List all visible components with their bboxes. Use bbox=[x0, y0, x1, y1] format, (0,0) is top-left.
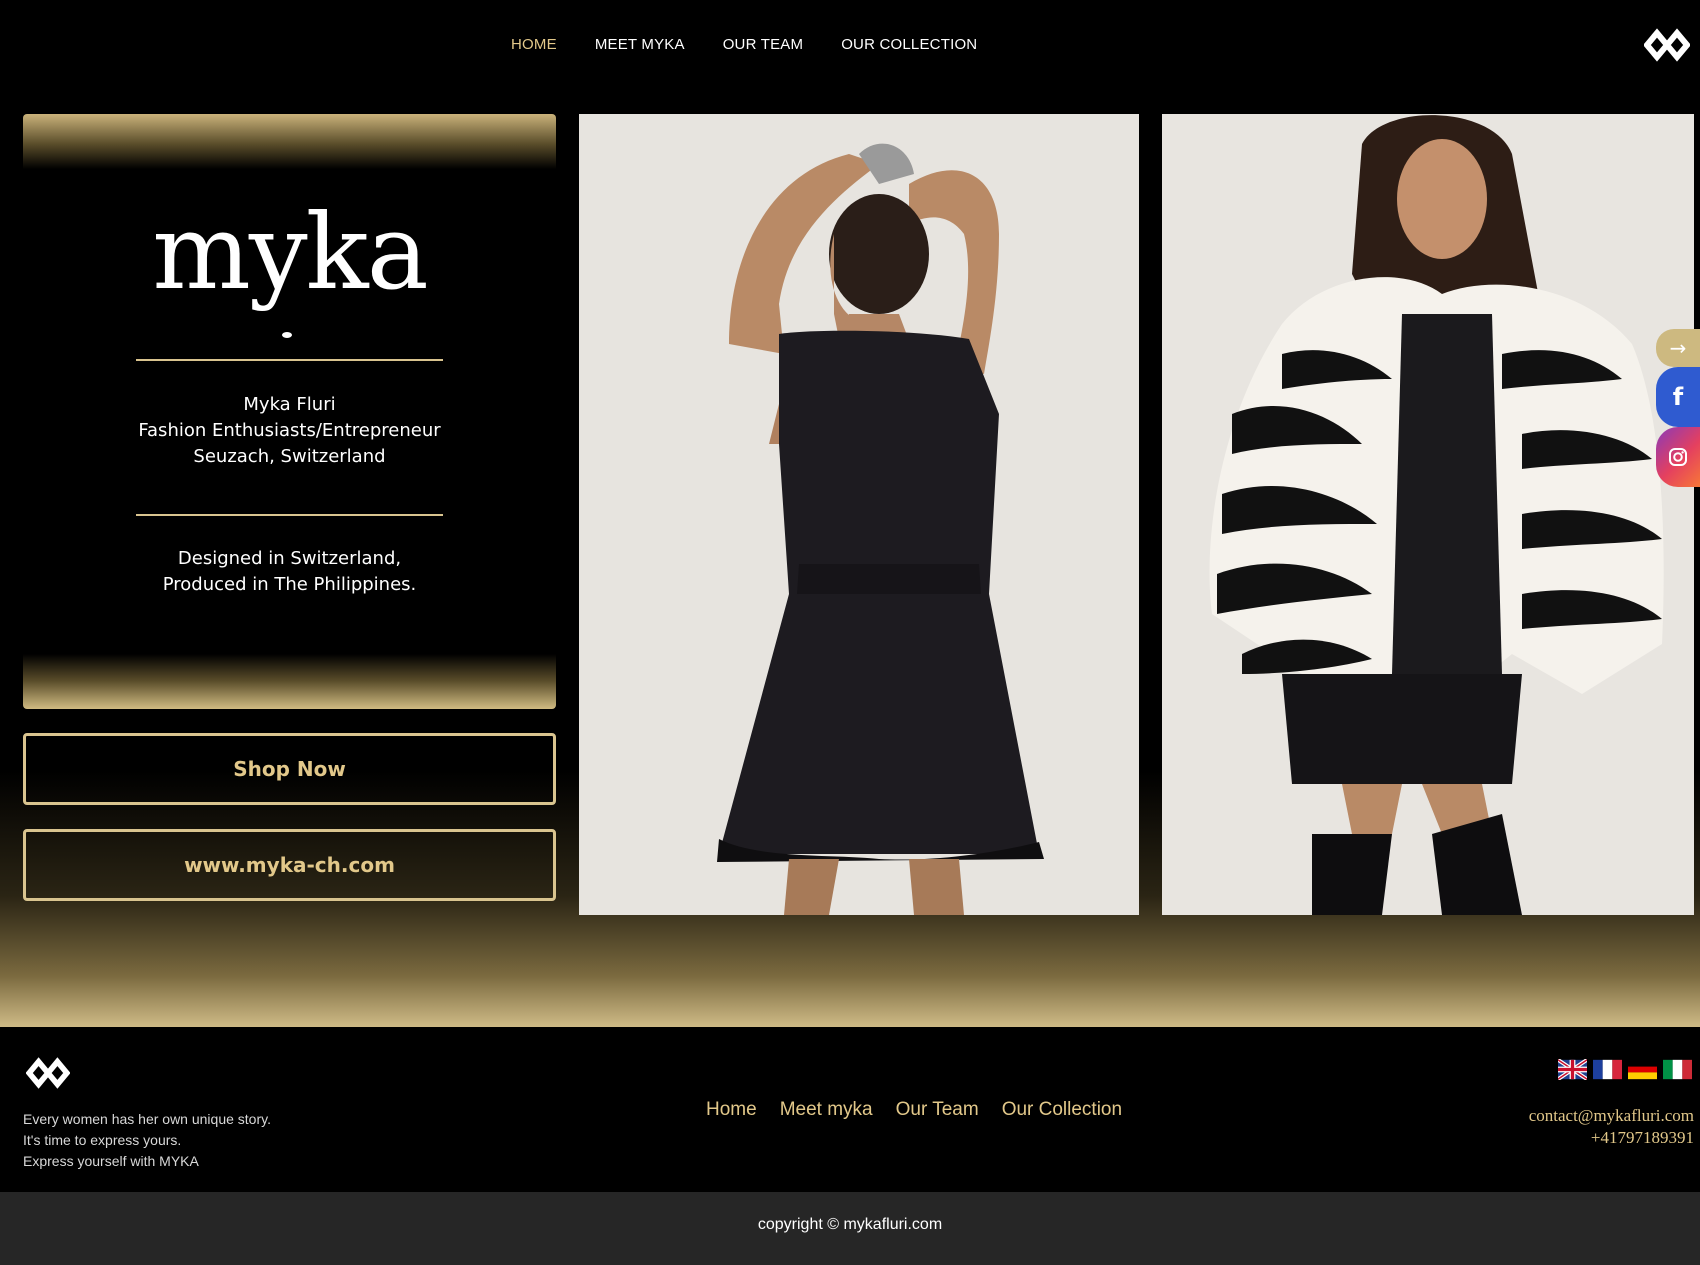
instagram-icon bbox=[1669, 448, 1687, 466]
nav-our-team-link[interactable]: OUR TEAM bbox=[723, 36, 804, 53]
nav-our-collection-link[interactable]: OUR COLLECTION bbox=[841, 36, 977, 53]
contact-info: contact@mykafluri.com +41797189391 bbox=[1529, 1105, 1694, 1149]
side-arrow-button[interactable]: → bbox=[1656, 329, 1700, 367]
contact-phone-link[interactable]: +41797189391 bbox=[1529, 1127, 1694, 1149]
footer-tagline: Every women has her own unique story. It… bbox=[23, 1109, 271, 1172]
divider-bottom bbox=[136, 514, 443, 516]
italy-flag-icon[interactable] bbox=[1663, 1059, 1692, 1080]
site-footer: Every women has her own unique story. It… bbox=[0, 1027, 1700, 1192]
instagram-button[interactable] bbox=[1656, 427, 1700, 487]
germany-flag-icon[interactable] bbox=[1628, 1059, 1657, 1080]
infinity-logo-icon[interactable] bbox=[1644, 28, 1690, 62]
nav-home-link[interactable]: HOME bbox=[511, 36, 557, 53]
copyright-text: copyright © mykafluri.com bbox=[757, 1216, 943, 1233]
designer-name: Myka Fluri bbox=[243, 394, 336, 415]
intro-card: myka Myka Fluri Fashion Enthusiasts/Entr… bbox=[23, 114, 556, 709]
designer-role: Fashion Enthusiasts/Entrepreneur bbox=[138, 420, 441, 441]
top-navigation: HOME MEET MYKA OUR TEAM OUR COLLECTION bbox=[0, 0, 1700, 96]
footer-home-link[interactable]: Home bbox=[706, 1099, 757, 1121]
language-selector bbox=[1558, 1059, 1692, 1080]
facebook-icon: f bbox=[1672, 383, 1684, 411]
model-zebra-fur-coat-photo bbox=[1162, 114, 1694, 915]
tagline-line-2: It's time to express yours. bbox=[23, 1132, 182, 1148]
website-link-button[interactable]: www.myka-ch.com bbox=[23, 829, 556, 901]
infinity-logo-icon[interactable] bbox=[26, 1057, 70, 1089]
myka-logo: myka bbox=[152, 191, 428, 313]
footer-meet-myka-link[interactable]: Meet myka bbox=[780, 1099, 873, 1121]
tagline-line-1: Every women has her own unique story. bbox=[23, 1111, 271, 1127]
contact-email-link[interactable]: contact@mykafluri.com bbox=[1529, 1105, 1694, 1127]
copyright-bar: copyright © mykafluri.com bbox=[0, 1192, 1700, 1265]
nav-meet-myka-link[interactable]: MEET MYKA bbox=[595, 36, 685, 53]
footer-our-team-link[interactable]: Our Team bbox=[896, 1099, 979, 1121]
model-black-dress-photo bbox=[579, 114, 1139, 915]
designer-bio: Myka Fluri Fashion Enthusiasts/Entrepren… bbox=[23, 392, 556, 470]
origin-statement: Designed in Switzerland, Produced in The… bbox=[23, 546, 556, 598]
designer-location: Seuzach, Switzerland bbox=[193, 446, 386, 467]
hero-section: myka Myka Fluri Fashion Enthusiasts/Entr… bbox=[0, 96, 1700, 1027]
footer-our-collection-link[interactable]: Our Collection bbox=[1002, 1099, 1122, 1121]
uk-flag-icon[interactable] bbox=[1558, 1059, 1587, 1080]
origin-line-2: Produced in The Philippines. bbox=[162, 574, 417, 595]
footer-nav: Home Meet myka Our Team Our Collection bbox=[706, 1099, 1122, 1121]
tagline-line-3: Express yourself with MYKA bbox=[23, 1153, 199, 1169]
nav-menu: HOME MEET MYKA OUR TEAM OUR COLLECTION bbox=[511, 36, 977, 53]
logo-accent-dot bbox=[282, 332, 292, 338]
shop-now-button[interactable]: Shop Now bbox=[23, 733, 556, 805]
arrow-right-icon: → bbox=[1669, 336, 1687, 360]
france-flag-icon[interactable] bbox=[1593, 1059, 1622, 1080]
origin-line-1: Designed in Switzerland, bbox=[177, 548, 402, 569]
facebook-button[interactable]: f bbox=[1656, 367, 1700, 427]
divider-top bbox=[136, 359, 443, 361]
